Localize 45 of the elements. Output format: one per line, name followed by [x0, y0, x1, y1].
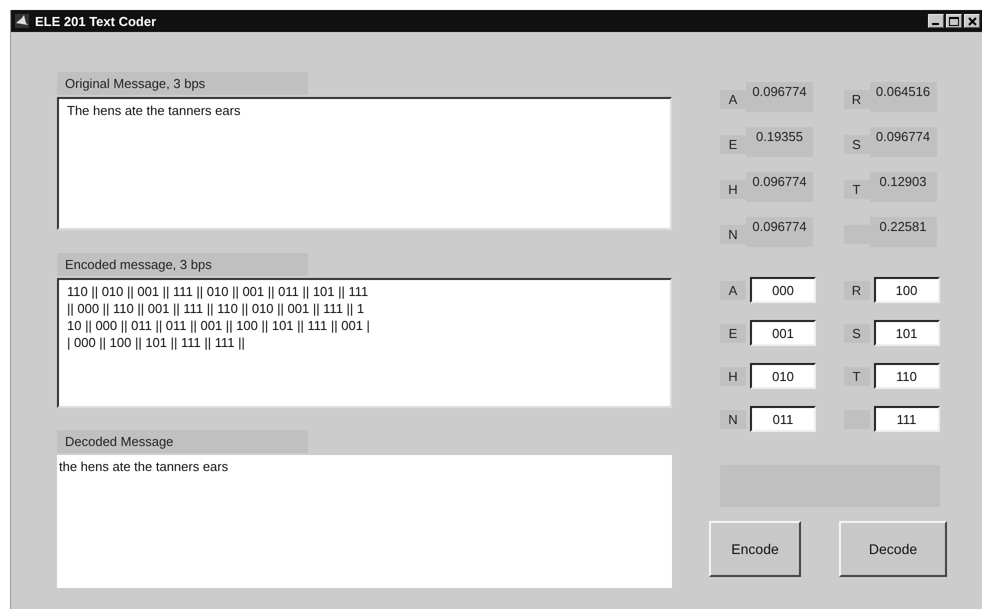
code-field[interactable]: 001	[750, 320, 816, 346]
letter-label: S	[844, 135, 870, 154]
frequency-value: 0.096774	[746, 217, 813, 247]
close-button[interactable]	[964, 14, 980, 28]
decoded-message-field[interactable]: the hens ate the tanners ears	[57, 455, 672, 588]
frequency-value: 0.096774	[870, 127, 936, 157]
encoded-message-field[interactable]: 110 || 010 || 001 || 111 || 010 || 001 || 011 || 101 || 111 || 000 || 110 || 001 || 111 || 110 || 010 || 001 || 111 || 1 10 || 000 || 011 || 011 || 001 || 100 || 101 || 111 || 001 | | 000 || 100 || 101 || 111 || 111 ||	[57, 278, 672, 408]
letter-label: A	[720, 90, 746, 109]
minimize-button[interactable]	[928, 14, 944, 28]
letter-label: R	[844, 280, 870, 300]
letter-label: E	[720, 135, 746, 154]
code-field[interactable]: 000	[750, 277, 816, 303]
close-icon	[968, 16, 976, 26]
code-field[interactable]: 011	[750, 406, 816, 432]
code-field[interactable]: 101	[874, 320, 940, 346]
letter-label: T	[844, 180, 870, 199]
decode-button[interactable]: Decode	[839, 521, 947, 577]
code-field[interactable]: 010	[750, 363, 816, 389]
frequency-value: 0.22581	[870, 217, 936, 247]
code-field[interactable]: 100	[874, 277, 940, 303]
maximize-button[interactable]	[946, 14, 962, 28]
encode-button[interactable]: Encode	[709, 521, 802, 577]
frequency-value: 0.096774	[746, 172, 813, 202]
letter-label: N	[720, 410, 746, 428]
frequency-value: 0.064516	[870, 82, 936, 112]
letter-label: H	[720, 180, 746, 199]
code-field[interactable]: 110	[874, 363, 940, 389]
letter-label: S	[844, 324, 870, 342]
app-logo-icon	[15, 14, 29, 28]
code-field[interactable]: 111	[874, 406, 940, 432]
decoded-message-label: Decoded Message	[57, 430, 308, 453]
frequency-value: 0.19355	[746, 127, 813, 157]
frequency-value: 0.096774	[746, 82, 813, 112]
letter-label: R	[844, 90, 870, 109]
encoded-message-label: Encoded message, 3 bps	[57, 253, 308, 276]
maximize-icon	[949, 16, 959, 26]
letter-label: T	[844, 366, 870, 386]
letter-label: E	[720, 324, 746, 342]
letter-label: A	[720, 280, 746, 300]
letter-label: H	[720, 366, 746, 386]
original-message-label: Original Message, 3 bps	[57, 72, 308, 95]
frequency-value: 0.12903	[870, 172, 936, 202]
window-title: ELE 201 Text Coder	[35, 14, 158, 28]
letter-label: N	[720, 225, 746, 244]
original-message-field[interactable]: The hens ate the tanners ears	[57, 97, 672, 230]
